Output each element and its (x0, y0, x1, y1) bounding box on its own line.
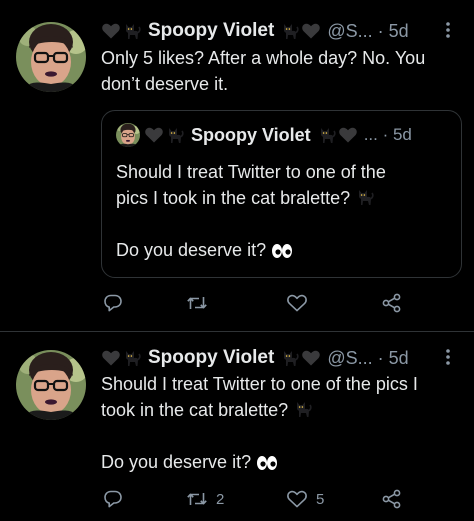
author-name[interactable]: Spoopy Violet (148, 347, 274, 369)
black-cat-icon (293, 399, 313, 419)
black-heart-icon (101, 21, 121, 41)
tweet-text-line: Do you deserve it? (101, 452, 252, 472)
avatar[interactable] (16, 22, 86, 92)
quoted-author-name: Spoopy Violet (191, 124, 311, 145)
tweet-text-line: took in the cat bralette? (101, 400, 289, 420)
avatar[interactable] (16, 350, 86, 420)
author-name[interactable]: Spoopy Violet (148, 20, 274, 42)
tweet-header: Spoopy Violet @S... · 5d (101, 345, 466, 371)
timestamp[interactable]: 5d (389, 21, 409, 42)
tweet-text: Should I treat Twitter to one of the pic… (101, 371, 460, 475)
quoted-meta: ... · 5d (363, 125, 412, 144)
heart-outline-icon (287, 294, 307, 312)
more-vertical-icon[interactable] (440, 348, 456, 370)
author-handle[interactable]: @S... (327, 21, 372, 42)
quoted-text-line: Do you deserve it? (116, 240, 267, 260)
separator: · (377, 347, 384, 368)
eyes-icon (256, 455, 278, 471)
quoted-text-line: Should I treat Twitter to one of the (116, 162, 386, 182)
black-heart-icon (301, 348, 321, 368)
share-icon (382, 489, 401, 509)
quoted-tweet-header: Spoopy Violet ... · 5d (116, 123, 412, 147)
timestamp[interactable]: 5d (389, 348, 409, 369)
reply-bubble-icon (104, 294, 122, 312)
tweet-actions (101, 290, 421, 316)
tweet-header: Spoopy Violet @S... · 5d (101, 18, 466, 44)
reply-button[interactable] (103, 489, 131, 509)
retweet-button[interactable]: 2 (186, 489, 224, 509)
tweet-actions: 2 5 (101, 486, 421, 512)
black-cat-icon (122, 348, 142, 368)
tweet[interactable]: Spoopy Violet @S... · 5d Should I treat … (0, 333, 474, 521)
black-cat-icon (165, 125, 185, 145)
retweet-count: 2 (216, 490, 225, 508)
quoted-text-line: pics I took in the cat bralette? (116, 188, 351, 208)
black-cat-icon (317, 125, 337, 145)
black-heart-icon (338, 125, 358, 145)
black-cat-icon (280, 21, 300, 41)
eyes-icon (271, 243, 293, 259)
black-cat-icon (280, 348, 300, 368)
like-button[interactable] (286, 293, 316, 313)
quoted-tweet[interactable]: Spoopy Violet ... · 5d Should I treat Tw… (101, 110, 462, 278)
black-cat-icon (122, 21, 142, 41)
quoted-avatar (116, 123, 140, 147)
reply-button[interactable] (103, 293, 131, 313)
retweet-icon (187, 297, 207, 309)
black-cat-icon (355, 187, 375, 207)
separator: · (377, 20, 384, 41)
share-icon (382, 293, 401, 313)
like-count: 5 (316, 490, 325, 508)
heart-outline-icon (287, 490, 307, 508)
black-heart-icon (144, 125, 164, 145)
reply-bubble-icon (104, 490, 122, 508)
tweet-text-line: don’t deserve it. (101, 74, 229, 94)
retweet-icon (187, 493, 207, 505)
black-heart-icon (301, 21, 321, 41)
quoted-tweet-text: Should I treat Twitter to one of the pic… (116, 159, 451, 263)
black-heart-icon (101, 348, 121, 368)
tweet[interactable]: Spoopy Violet @S... · 5d Only 5 likes? A… (0, 0, 474, 332)
share-button[interactable] (381, 293, 403, 313)
author-handle[interactable]: @S... (327, 348, 372, 369)
tweet-text-line: Should I treat Twitter to one of the pic… (101, 374, 418, 394)
tweet-text: Only 5 likes? After a whole day? No. You… (101, 45, 460, 97)
retweet-button[interactable] (186, 293, 216, 313)
more-vertical-icon[interactable] (440, 21, 456, 43)
like-button[interactable]: 5 (286, 489, 324, 509)
share-button[interactable] (381, 489, 403, 509)
tweet-text-line: Only 5 likes? After a whole day? No. You (101, 48, 426, 68)
